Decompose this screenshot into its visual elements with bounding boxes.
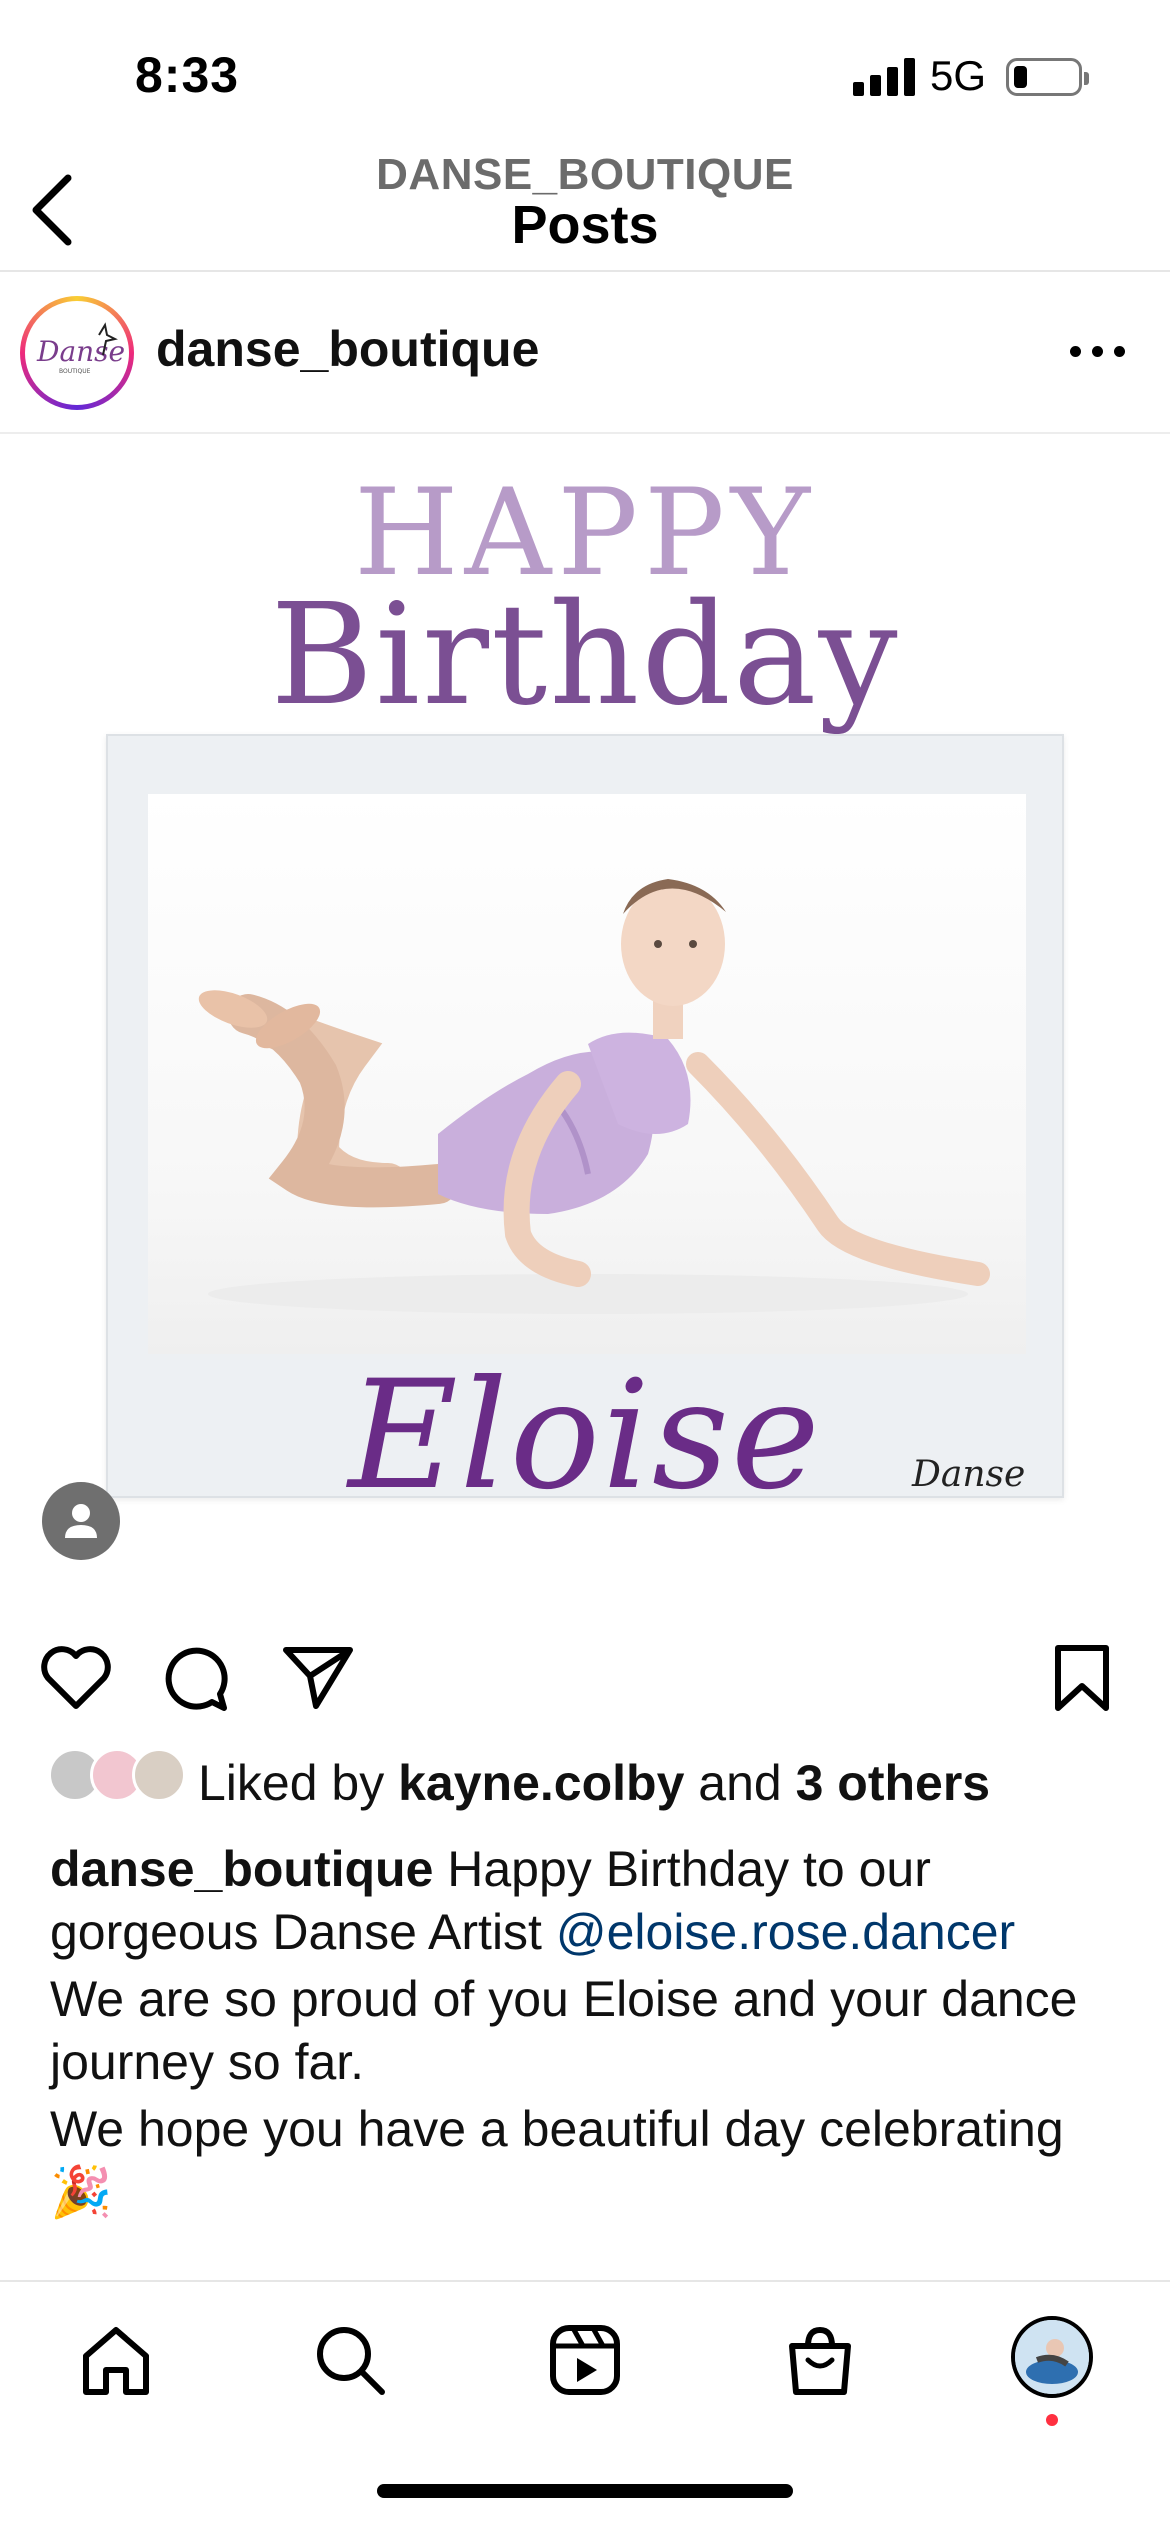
image-watermark: Danse bbox=[912, 1454, 1026, 1495]
shop-icon[interactable] bbox=[780, 2320, 860, 2400]
bottom-tab-bar bbox=[0, 2280, 1170, 2440]
profile-avatar[interactable] bbox=[1011, 2316, 1093, 2398]
post-image[interactable]: HAPPY Birthday Eloise Danse bbox=[0, 434, 1170, 1596]
caption-line: We are so proud of you Eloise and your d… bbox=[50, 1971, 1078, 2090]
nav-header: DANSE_BOUTIQUE Posts bbox=[0, 150, 1170, 272]
svg-text:BOUTIQUE: BOUTIQUE bbox=[59, 368, 91, 375]
network-label: 5G bbox=[930, 52, 987, 99]
battery-icon bbox=[1006, 58, 1089, 96]
image-text-birthday: Birthday bbox=[270, 574, 900, 737]
reels-icon[interactable] bbox=[545, 2320, 625, 2400]
person-tag-icon[interactable] bbox=[42, 1482, 120, 1560]
danse-logo-icon: Danse BOUTIQUE bbox=[36, 322, 125, 375]
send-icon[interactable] bbox=[280, 1640, 356, 1716]
status-bar: 8:33 5G bbox=[0, 0, 1170, 150]
post-header: Danse BOUTIQUE danse_boutique bbox=[0, 272, 1170, 434]
party-popper-emoji: 🎉 bbox=[50, 2164, 113, 2220]
caption-mention[interactable]: @eloise.rose.dancer bbox=[556, 1904, 1015, 1960]
search-icon[interactable] bbox=[310, 2320, 390, 2400]
likes-row[interactable]: Liked by kayne.colby and 3 others bbox=[0, 1740, 1170, 1820]
image-text-name: Eloise bbox=[348, 1349, 822, 1523]
caption-line: We hope you have a beautiful day celebra… bbox=[50, 2101, 1064, 2157]
post-caption: danse_boutique Happy Birthday to our gor… bbox=[50, 1838, 1130, 2224]
likes-others[interactable]: 3 others bbox=[796, 1755, 991, 1811]
post-avatar[interactable]: Danse BOUTIQUE bbox=[20, 296, 134, 410]
home-indicator bbox=[377, 2484, 793, 2498]
heart-icon[interactable] bbox=[38, 1640, 114, 1716]
notification-dot bbox=[1046, 2414, 1058, 2426]
home-icon[interactable] bbox=[76, 2320, 156, 2400]
caption-username[interactable]: danse_boutique bbox=[50, 1841, 433, 1897]
liker-avatar bbox=[132, 1748, 186, 1802]
post-actions bbox=[0, 1620, 1170, 1730]
page-title: Posts bbox=[511, 195, 659, 255]
comment-icon[interactable] bbox=[158, 1640, 234, 1716]
status-time: 8:33 bbox=[135, 47, 240, 103]
likes-text: Liked by kayne.colby and 3 others bbox=[198, 1755, 991, 1811]
post-username[interactable]: danse_boutique bbox=[156, 320, 539, 378]
header-account-name: DANSE_BOUTIQUE bbox=[376, 150, 794, 199]
dancer-photo bbox=[148, 794, 1026, 1354]
liker-username[interactable]: kayne.colby bbox=[398, 1755, 684, 1811]
bookmark-icon[interactable] bbox=[1044, 1640, 1120, 1716]
more-icon[interactable] bbox=[1070, 342, 1130, 362]
signal-icon bbox=[853, 58, 915, 96]
